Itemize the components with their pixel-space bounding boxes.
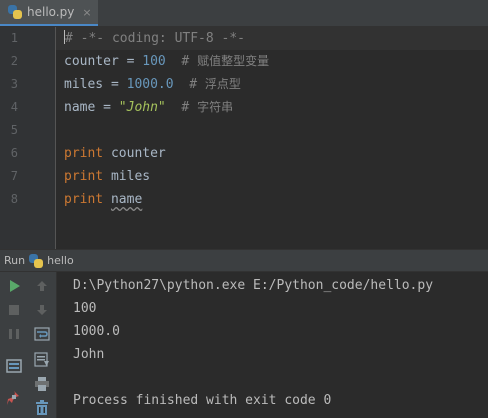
comment: # -*- coding: UTF-8 -*- xyxy=(65,31,246,46)
scroll-to-end-icon[interactable] xyxy=(32,350,52,370)
keyword: print xyxy=(64,169,104,184)
console-line: John xyxy=(73,347,105,362)
line-number: 7 xyxy=(10,169,18,183)
pin-icon[interactable] xyxy=(4,388,24,408)
line-number: 2 xyxy=(10,54,18,68)
line-number: 5 xyxy=(10,123,18,137)
python-file-icon xyxy=(8,5,22,19)
comment: 赋值整型变量 xyxy=(197,54,270,68)
keyword: print xyxy=(64,192,104,207)
run-toolbar-right xyxy=(28,272,57,418)
code-line-1: # -*- coding: UTF-8 -*- xyxy=(56,27,488,50)
string-literal: "John" xyxy=(118,100,166,115)
identifier: miles xyxy=(103,169,151,184)
trash-icon[interactable] xyxy=(32,398,52,418)
line-number: 8 xyxy=(10,192,18,206)
print-icon[interactable] xyxy=(32,374,52,394)
console-output[interactable]: D:\Python27\python.exe E:/Python_code/he… xyxy=(58,272,488,418)
line-number-gutter: 1 2 3 4 5 6 7 8 xyxy=(0,27,56,249)
pause-icon[interactable] xyxy=(4,324,24,344)
tab-label: hello.py xyxy=(27,5,75,19)
number-literal: 100 xyxy=(142,54,166,69)
console-exit-message: Process finished with exit code 0 xyxy=(73,393,332,408)
comment: 浮点型 xyxy=(204,77,241,91)
stop-icon[interactable] xyxy=(4,300,24,320)
run-panel-header: Run hello xyxy=(0,250,488,272)
line-number: 4 xyxy=(10,100,18,114)
identifier-warning: name xyxy=(110,192,143,207)
line-number: 3 xyxy=(10,77,18,91)
up-arrow-icon[interactable] xyxy=(32,276,52,296)
operator: = xyxy=(118,54,143,69)
code-line-7: print miles xyxy=(56,165,488,188)
identifier: counter xyxy=(103,146,166,161)
line-number: 1 xyxy=(10,31,18,45)
identifier: name xyxy=(64,100,96,115)
comment-hash: # xyxy=(181,100,198,115)
code-editor[interactable]: 1 2 3 4 5 6 7 8 # -*- coding: UTF-8 -*- … xyxy=(0,27,488,249)
python-icon xyxy=(29,253,44,268)
line-number: 6 xyxy=(10,146,18,160)
console-line: 100 xyxy=(73,301,97,316)
editor-tab-bar: hello.py × xyxy=(0,0,488,27)
soft-wrap-icon[interactable] xyxy=(32,324,52,344)
comment-hash: # xyxy=(189,77,205,92)
console-line: 1000.0 xyxy=(73,324,120,339)
run-config-name[interactable]: hello xyxy=(47,254,74,267)
down-arrow-icon[interactable] xyxy=(32,300,52,320)
comment: 字符串 xyxy=(197,100,234,114)
comment-hash: # xyxy=(181,54,198,69)
code-line-8: print name xyxy=(56,188,488,211)
tab-hello-py[interactable]: hello.py × xyxy=(0,0,98,26)
run-icon[interactable] xyxy=(4,276,24,296)
code-line-6: print counter xyxy=(56,142,488,165)
code-line-2: counter = 100 # 赋值整型变量 xyxy=(56,50,488,73)
run-panel-title: Run xyxy=(4,254,26,267)
code-line-4: name = "John" # 字符串 xyxy=(56,96,488,119)
number-literal: 1000.0 xyxy=(126,77,174,92)
identifier: counter xyxy=(64,54,119,69)
keyword: print xyxy=(64,146,104,161)
identifier: miles xyxy=(64,77,104,92)
code-line-3: miles = 1000.0 # 浮点型 xyxy=(56,73,488,96)
close-icon[interactable]: × xyxy=(82,6,91,19)
console-command: D:\Python27\python.exe E:/Python_code/he… xyxy=(73,278,434,293)
operator: = xyxy=(95,100,119,115)
layout-icon[interactable] xyxy=(4,356,24,376)
operator: = xyxy=(103,77,127,92)
run-toolbar-left xyxy=(0,272,29,418)
